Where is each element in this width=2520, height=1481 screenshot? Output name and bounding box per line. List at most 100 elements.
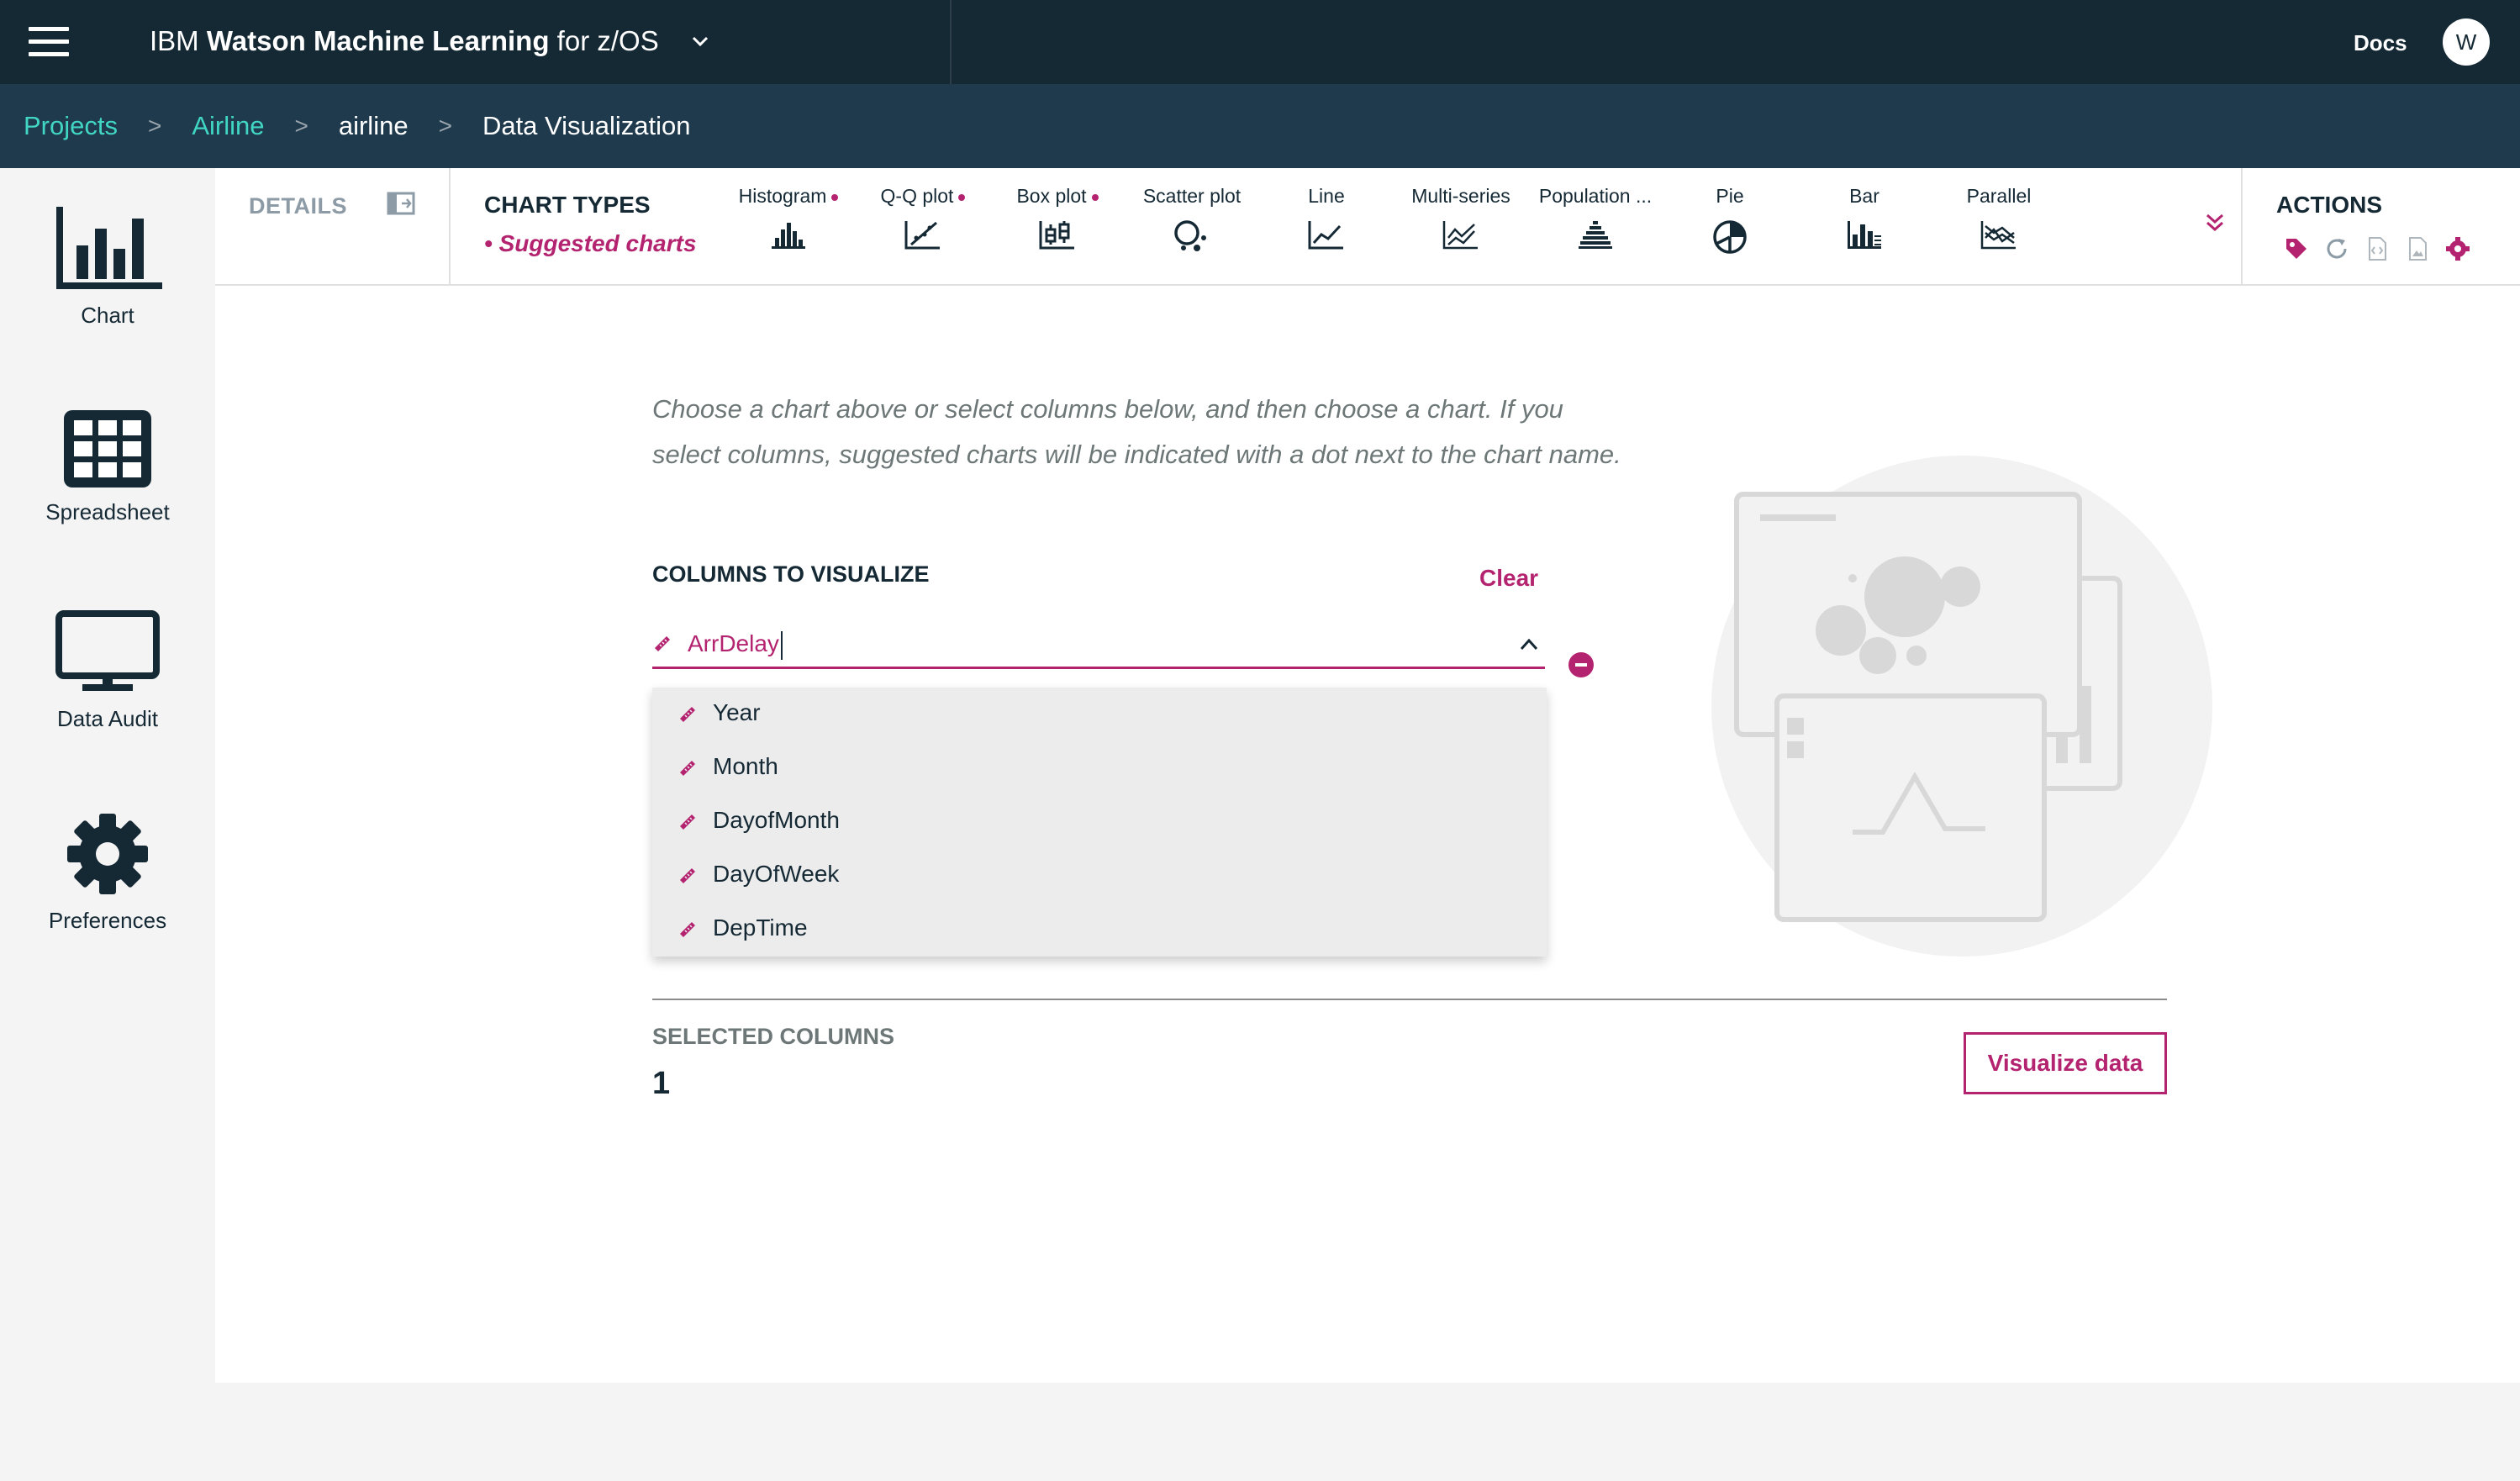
chart-type-parallel[interactable]: Parallel	[1932, 185, 2066, 250]
ruler-icon	[680, 922, 695, 937]
chart-type-box-plot[interactable]: Box plot	[990, 185, 1125, 250]
chevron-down-icon[interactable]	[691, 32, 709, 50]
visualize-data-button[interactable]: Visualize data	[1964, 1032, 2167, 1094]
ruler-icon	[680, 761, 695, 776]
population-pyramid-icon	[1579, 221, 1612, 249]
chart-type-label: Parallel	[1966, 185, 2032, 207]
breadcrumb-airline-project[interactable]: Airline	[192, 111, 264, 141]
image-file-icon[interactable]	[2404, 235, 2431, 262]
app-title: IBM Watson Machine Learning for z/OS	[150, 25, 659, 57]
dropdown-option-label: DayofMonth	[713, 807, 840, 833]
chart-type-label: Q-Q plot	[880, 185, 954, 207]
dropdown-option-label: Month	[713, 753, 778, 779]
breadcrumb-airline-dataset[interactable]: airline	[339, 111, 409, 141]
avatar[interactable]: W	[2443, 18, 2490, 66]
dropdown-option-month[interactable]: Month	[652, 741, 1547, 795]
chart-type-label: Population ...	[1538, 185, 1653, 207]
bar-icon	[1848, 221, 1881, 249]
sidebar-item-chart[interactable]: Chart	[0, 207, 215, 329]
top-header: IBM Watson Machine Learning for z/OS Doc…	[0, 0, 2520, 84]
breadcrumb-projects[interactable]: Projects	[24, 111, 118, 141]
ruler-icon	[680, 814, 695, 830]
dropdown-option-deptime[interactable]: DepTime	[652, 903, 1547, 957]
sidebar-item-label: Chart	[81, 303, 134, 328]
breadcrumb-current: Data Visualization	[482, 111, 691, 140]
main-panel: DETAILS CHART TYPES • Suggested charts H…	[215, 168, 2520, 1383]
chart-type-histogram[interactable]: Histogram	[721, 185, 856, 250]
sidebar-item-preferences[interactable]: Preferences	[0, 812, 215, 934]
chart-type-line[interactable]: Line	[1259, 185, 1394, 250]
details-label[interactable]: DETAILS	[249, 193, 347, 219]
pie-chart-icon	[1713, 220, 1747, 254]
panel-toggle-icon[interactable]	[387, 192, 415, 215]
clear-button[interactable]: Clear	[1479, 565, 1538, 592]
breadcrumb: Projects > Airline > airline > Data Visu…	[24, 111, 691, 141]
chart-type-label: Bar	[1849, 185, 1879, 207]
chart-type-label: Pie	[1716, 185, 1744, 207]
chart-type-population[interactable]: Population ...	[1528, 185, 1663, 250]
double-chevron-down-icon[interactable]	[2204, 210, 2226, 235]
selected-columns-title: SELECTED COLUMNS	[652, 1024, 895, 1049]
sidebar-item-label: Spreadsheet	[45, 499, 170, 524]
dropdown-option-year[interactable]: Year	[652, 688, 1547, 741]
ruler-icon	[680, 707, 695, 722]
dropdown-option-label: DepTime	[713, 914, 808, 941]
line-chart-icon	[1308, 221, 1343, 250]
actions-icons	[2283, 235, 2485, 262]
ruler-icon	[655, 636, 670, 651]
breadcrumb-bar: Projects > Airline > airline > Data Visu…	[0, 84, 2520, 168]
chevron-up-icon[interactable]	[1518, 634, 1540, 656]
header-divider	[950, 0, 952, 84]
gear-icon	[67, 814, 148, 894]
dropdown-option-dayofweek[interactable]: DayOfWeek	[652, 849, 1547, 903]
scatter-plot-icon	[1174, 220, 1206, 251]
bar-chart-icon	[56, 207, 162, 289]
column-select[interactable]: ArrDelay	[652, 622, 1545, 669]
toolbar-divider	[2241, 168, 2243, 286]
sidebar-item-label: Preferences	[48, 908, 167, 933]
grid-icon	[64, 410, 151, 488]
chart-type-pie[interactable]: Pie	[1663, 185, 1797, 255]
chart-type-bar[interactable]: Bar	[1797, 185, 1932, 250]
parallel-icon	[1980, 221, 2016, 250]
suggested-dot	[958, 193, 966, 201]
chart-type-label: Line	[1308, 185, 1345, 207]
instructions-text: Choose a chart above or select columns b…	[652, 394, 1621, 469]
chart-type-label: Multi-series	[1411, 185, 1510, 207]
remove-column-icon[interactable]	[1568, 652, 1594, 677]
column-select-value: ArrDelay	[688, 630, 779, 656]
chart-type-label: Box plot	[1016, 185, 1087, 207]
settings-icon[interactable]	[2444, 235, 2471, 262]
multi-series-icon	[1442, 221, 1478, 250]
box-plot-icon	[1039, 221, 1074, 250]
chart-type-qq-plot[interactable]: Q-Q plot	[856, 185, 990, 250]
breadcrumb-separator: >	[294, 113, 308, 139]
monitor-icon	[55, 610, 160, 691]
breadcrumb-separator: >	[438, 113, 452, 139]
chart-types-title: CHART TYPES	[484, 192, 651, 218]
chart-type-multi-series[interactable]: Multi-series	[1394, 185, 1528, 250]
tag-icon[interactable]	[2283, 235, 2310, 262]
chart-type-scatter-plot[interactable]: Scatter plot	[1125, 185, 1259, 253]
suggested-dot	[1091, 193, 1099, 201]
dropdown-option-dayofmonth[interactable]: DayofMonth	[652, 795, 1547, 849]
ruler-icon	[680, 868, 695, 883]
columns-to-visualize-title: COLUMNS TO VISUALIZE	[652, 561, 930, 587]
sidebar-item-data-audit[interactable]: Data Audit	[0, 610, 215, 732]
section-divider	[652, 999, 2167, 1000]
refresh-icon[interactable]	[2323, 235, 2350, 262]
brand-name: Watson Machine Learning	[206, 25, 550, 56]
empty-state-illustration	[1711, 456, 2212, 957]
suggested-charts-legend: • Suggested charts	[484, 230, 697, 256]
sidebar-item-label: Data Audit	[57, 706, 158, 731]
sidebar-item-spreadsheet[interactable]: Spreadsheet	[0, 410, 215, 525]
brand-prefix: IBM	[150, 25, 199, 56]
code-file-icon[interactable]	[2364, 235, 2391, 262]
hamburger-menu-icon[interactable]	[29, 27, 69, 57]
column-dropdown: Year Month DayofMonth DayOfWeek DepTime	[652, 688, 1547, 957]
breadcrumb-separator: >	[147, 113, 162, 139]
docs-link[interactable]: Docs	[2354, 30, 2407, 56]
toolbar-divider	[449, 168, 451, 286]
dropdown-option-label: Year	[713, 699, 761, 725]
histogram-icon	[772, 223, 805, 249]
